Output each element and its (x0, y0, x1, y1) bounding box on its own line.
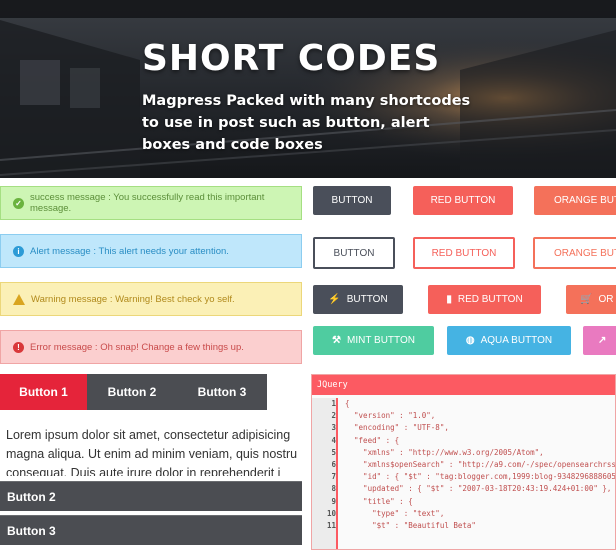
outline-red-button[interactable]: RED BUTTON (413, 237, 515, 269)
check-circle-icon: ✓ (13, 197, 24, 209)
aqua-button-label: AQUA BUTTON (480, 335, 553, 346)
info-alert: i Alert message : This alert needs your … (0, 234, 302, 268)
code-line: 11 "$t" : "Beautiful Beta" (312, 520, 615, 532)
tab-bar-spacer (267, 374, 302, 410)
exclamation-circle-icon: ! (13, 341, 24, 353)
warning-alert: Warning message : Warning! Best check yo… (0, 282, 302, 316)
orange-button[interactable]: ORANGE BUTTON (534, 186, 616, 215)
tab-content-line: consequat. Duis aute irure dolor in repr… (6, 466, 281, 476)
code-line-text: "feed" : { (345, 435, 400, 445)
code-line: 3 "encoding" : "UTF-8", (312, 422, 615, 434)
code-line: 8 "updated" : { "$t" : "2007-03-18T20:43… (312, 483, 615, 495)
red-button-label: RED BUTTON (430, 195, 496, 206)
hero-subtitle: Magpress Packed with many shortcodes to … (142, 93, 471, 153)
bookmark-icon: ▮ (446, 294, 452, 305)
code-line-text: "title" : { (345, 496, 413, 506)
tab-content-line: magna aliqua. Ut enim ad minim veniam, q… (6, 447, 298, 461)
code-line-text: { (345, 399, 350, 408)
hammer-icon: ⚒ (332, 335, 341, 346)
code-line-text: "$t" : "Beautiful Beta" (345, 520, 476, 530)
code-line-number: 4 (331, 435, 336, 445)
code-line-text: "updated" : { "$t" : "2007-03-18T20:43:1… (345, 484, 612, 494)
hero-banner: SHORT CODES Magpress Packed with many sh… (0, 0, 616, 178)
aqua-button[interactable]: ◍ AQUA BUTTON (447, 326, 571, 355)
code-body: 1{2 "version" : "1.0", 3 "encoding" : "UT… (312, 398, 615, 549)
pink-button[interactable]: ↗ (583, 326, 616, 355)
hero-title: SHORT CODES (142, 38, 441, 79)
tab-button-1[interactable]: Button 1 (0, 374, 87, 410)
code-line: 4 "feed" : { (312, 435, 615, 447)
info-alert-text: Alert message : This alert needs your at… (30, 245, 229, 257)
success-alert: ✓ success message : You successfully rea… (0, 186, 302, 220)
icon-orange-button[interactable]: 🛒 OR (566, 285, 616, 314)
code-line-number: 10 (326, 508, 336, 518)
code-line-number: 3 (331, 423, 336, 433)
code-line-number: 1 (331, 399, 336, 408)
code-line-number: 7 (331, 472, 336, 482)
tab-bar: Button 1 Button 2 Button 3 (0, 374, 302, 410)
code-line: 7 "id" : { "$t" : "tag:blogger.com,1999:… (312, 471, 615, 483)
code-line-text: "id" : { "$t" : "tag:blogger.com,1999:bl… (345, 472, 616, 482)
outline-orange-button-label: ORANGE BUTTON (554, 247, 616, 259)
success-alert-text: success message : You successfully read … (30, 192, 265, 214)
code-line: 5 "xmlns" : "http://www.w3.org/2005/Atom… (312, 447, 615, 459)
code-line-number: 11 (326, 520, 336, 530)
icon-dark-button[interactable]: ⚡ BUTTON (313, 285, 403, 314)
accordion-item-button-2[interactable]: Button 2 (0, 481, 302, 511)
page: SHORT CODES Magpress Packed with many sh… (0, 0, 616, 550)
cart-icon: 🛒 (580, 294, 593, 305)
code-line: 2 "version" : "1.0", (312, 410, 615, 422)
tab-button-3[interactable]: Button 3 (177, 374, 267, 410)
outline-orange-button[interactable]: ORANGE BUTTON (533, 237, 616, 269)
outline-dark-button-label: BUTTON (333, 247, 375, 259)
error-alert-text: Error message : Oh snap! Change a few th… (30, 341, 244, 353)
accordion-item-button-3[interactable]: Button 3 (0, 515, 302, 545)
code-line-text: "xmlns" : "http://www.w3.org/2005/Atom", (345, 447, 544, 457)
mint-button-label: MINT BUTTON (347, 335, 415, 346)
code-line-number: 9 (331, 496, 336, 506)
code-language-label: JQuery (312, 375, 615, 395)
bolt-icon: ⚡ (328, 294, 341, 305)
code-line: 1{ (312, 398, 615, 410)
tab-button-2[interactable]: Button 2 (87, 374, 177, 410)
red-button[interactable]: RED BUTTON (413, 186, 513, 215)
tab-content-line: Lorem ipsum dolor sit amet, consectetur … (6, 428, 291, 442)
code-line: 6 "xmlns$openSearch" : "http://a9.com/-/… (312, 459, 615, 471)
warning-alert-text: Warning message : Warning! Best check yo… (31, 293, 235, 305)
code-line: 10 "type" : "text", (312, 508, 615, 520)
code-line-number: 6 (331, 459, 336, 469)
code-box: JQuery 1{2 "version" : "1.0", 3 "encoding… (311, 374, 616, 550)
globe-icon: ◍ (465, 335, 475, 346)
icon-dark-button-label: BUTTON (346, 294, 388, 305)
icon-red-button-label: RED BUTTON (457, 294, 523, 305)
dark-button-label: BUTTON (331, 195, 373, 206)
code-line-text: "encoding" : "UTF-8", (345, 423, 449, 433)
dark-button[interactable]: BUTTON (313, 186, 391, 215)
outline-red-button-label: RED BUTTON (431, 247, 497, 259)
orange-button-label: ORANGE BUTTON (554, 195, 616, 206)
tab-content: Lorem ipsum dolor sit amet, consectetur … (6, 426, 302, 476)
arrow-icon: ↗ (598, 335, 607, 346)
info-circle-icon: i (13, 245, 24, 257)
warning-triangle-icon (13, 293, 25, 305)
outline-dark-button[interactable]: BUTTON (313, 237, 395, 269)
mint-button[interactable]: ⚒ MINT BUTTON (313, 326, 434, 355)
code-line: 9 "title" : { (312, 496, 615, 508)
code-line-text: "type" : "text", (345, 508, 445, 518)
icon-red-button[interactable]: ▮ RED BUTTON (428, 285, 541, 314)
icon-orange-button-label: OR (598, 294, 614, 305)
code-line-text: "version" : "1.0", (345, 411, 436, 421)
code-line-number: 2 (331, 411, 336, 421)
code-line-text: "xmlns$openSearch" : "http://a9.com/-/sp… (345, 459, 616, 469)
code-line-number: 5 (331, 447, 336, 457)
code-line-number: 8 (331, 484, 336, 494)
error-alert: ! Error message : Oh snap! Change a few … (0, 330, 302, 364)
